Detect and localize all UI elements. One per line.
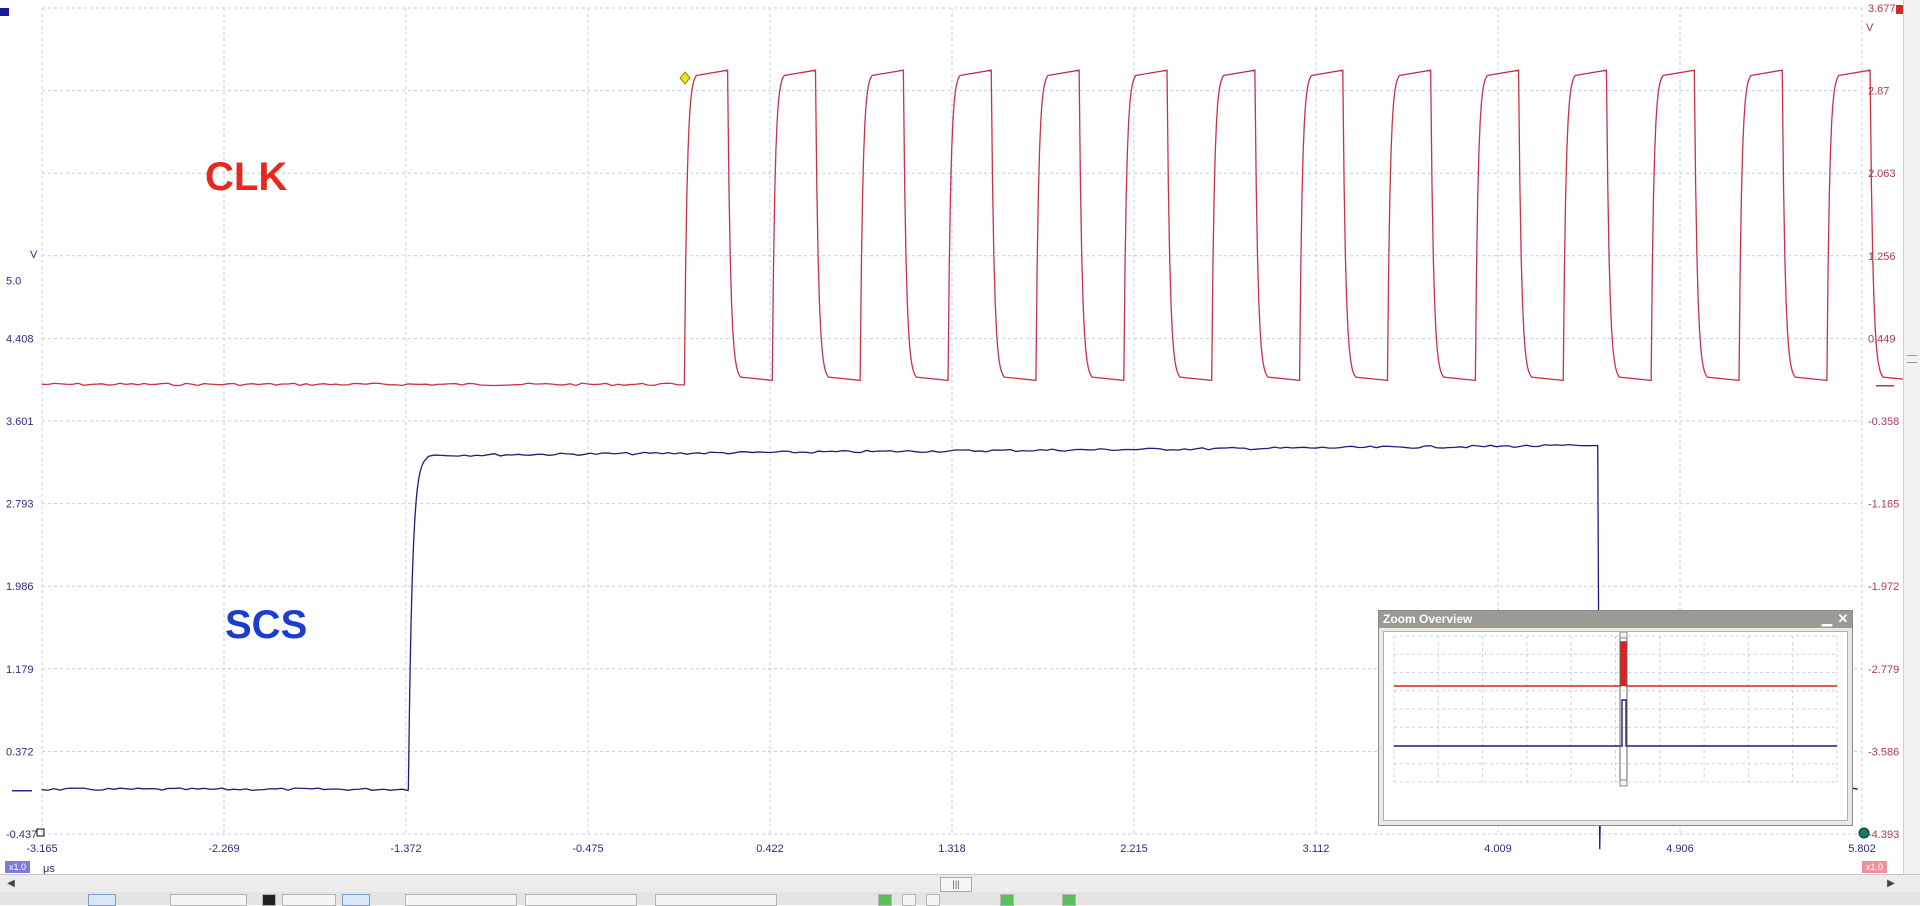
scroll-thumb[interactable]: ||| bbox=[940, 877, 972, 892]
time-axis-tick-label: 3.112 bbox=[1303, 843, 1330, 855]
left-scale-badge[interactable]: x1.0 bbox=[5, 861, 31, 873]
arrow-right-icon[interactable]: ▶ bbox=[1884, 877, 1898, 891]
zoom-clk-burst bbox=[1621, 642, 1626, 686]
time-axis-tick-label: -1.372 bbox=[390, 843, 421, 855]
clk-axis-tick-label: 3.677 bbox=[1868, 3, 1896, 15]
zoom-overview-window[interactable]: Zoom Overview ▁ ✕ bbox=[1378, 610, 1853, 826]
bottom-right-marker-icon[interactable] bbox=[1858, 827, 1870, 839]
scs-axis-tick-label: 1.179 bbox=[6, 664, 34, 676]
toolbar-field[interactable] bbox=[405, 894, 517, 906]
scs-axis-tick-label: 1.986 bbox=[6, 581, 34, 593]
close-icon[interactable]: ✕ bbox=[1836, 612, 1850, 626]
toolbar-button[interactable] bbox=[262, 894, 276, 906]
minimize-icon[interactable]: ▁ bbox=[1820, 612, 1834, 626]
toolbar-indicator[interactable] bbox=[1062, 894, 1076, 906]
toolbar-indicator[interactable] bbox=[902, 894, 916, 906]
toolbar-field[interactable] bbox=[655, 894, 777, 906]
clk-offset-marker-icon[interactable] bbox=[1876, 385, 1894, 387]
scs-axis-tick-label: 5.0 bbox=[6, 276, 21, 288]
clk-axis-tick-label: -1.972 bbox=[1868, 581, 1899, 593]
clk-axis-tick-label: 2.063 bbox=[1868, 168, 1896, 180]
horizontal-scrollbar[interactable]: ◀ ||| ▶ bbox=[0, 874, 1920, 893]
toolbar-field[interactable] bbox=[282, 894, 336, 906]
trigger-marker-icon[interactable] bbox=[679, 71, 691, 85]
bottom-toolbar bbox=[0, 892, 1920, 906]
zoom-grid bbox=[1393, 635, 1838, 783]
scs-axis-tick-label: 2.793 bbox=[6, 499, 34, 511]
scs-axis-tick-label: 4.408 bbox=[6, 333, 34, 345]
time-axis-tick-label: 0.422 bbox=[756, 843, 784, 855]
scs-axis-tick-label: 0.372 bbox=[6, 746, 34, 758]
zoom-overview-plot[interactable] bbox=[1383, 631, 1848, 821]
time-axis-tick-label: 4.906 bbox=[1666, 843, 1694, 855]
vertical-scrollbar[interactable] bbox=[1903, 0, 1920, 874]
clk-axis-tick-label: -1.165 bbox=[1868, 499, 1899, 511]
time-axis-tick-label: -3.165 bbox=[26, 843, 57, 855]
clk-axis-tick-label: -3.586 bbox=[1868, 746, 1899, 758]
time-axis-ticks: -3.165 -2.269 -1.372 -0.475 0.422 1.318 2.215 3… bbox=[26, 843, 1875, 855]
scs-unit: V bbox=[30, 249, 38, 261]
time-axis-tick-label: 1.318 bbox=[938, 843, 966, 855]
time-axis-tick-label: -0.475 bbox=[572, 843, 603, 855]
toolbar-indicator[interactable] bbox=[878, 894, 892, 906]
scs-axis-tick-label: -0.437 bbox=[6, 829, 37, 841]
clk-axis-ticks: 3.6772.872.0631.2560.449-0.358-1.165-1.9… bbox=[1868, 3, 1899, 841]
clk-unit: V bbox=[1866, 22, 1874, 34]
clk-channel-label: CLK bbox=[205, 155, 287, 199]
zoom-overview-title: Zoom Overview bbox=[1383, 612, 1473, 626]
toolbar-indicator[interactable] bbox=[1000, 894, 1014, 906]
toolbar-field[interactable] bbox=[525, 894, 637, 906]
scs-axis-tick-label: 3.601 bbox=[6, 416, 34, 428]
arrow-left-icon[interactable]: ◀ bbox=[4, 877, 18, 891]
vertical-scroll-grip-icon[interactable] bbox=[1907, 355, 1917, 363]
clk-axis-tick-label: -4.393 bbox=[1868, 829, 1899, 841]
time-axis-tick-label: -2.269 bbox=[208, 843, 239, 855]
right-scale-badge[interactable]: x1.0 bbox=[1862, 861, 1888, 873]
zoom-window-top-grip[interactable] bbox=[1619, 631, 1628, 639]
scs-axis-ticks: 5.0 4.408 3.601 2.793 1.986 1.179 0.372 -0.437 bbox=[6, 276, 37, 841]
zoom-overview-titlebar[interactable]: Zoom Overview ▁ ✕ bbox=[1379, 611, 1852, 628]
toolbar-button[interactable] bbox=[88, 894, 116, 906]
zoom-window-bottom-grip[interactable] bbox=[1619, 779, 1628, 787]
clk-axis-tick-label: 2.87 bbox=[1868, 86, 1889, 98]
bottom-left-marker-icon[interactable] bbox=[36, 828, 45, 837]
top-left-marker-icon[interactable] bbox=[0, 8, 9, 16]
clk-axis-tick-label: 0.449 bbox=[1868, 333, 1896, 345]
scs-offset-marker-icon[interactable] bbox=[12, 790, 32, 792]
time-axis-tick-label: 4.009 bbox=[1484, 843, 1512, 855]
time-axis-tick-label: 5.802 bbox=[1848, 843, 1876, 855]
scs-channel-label: SCS bbox=[225, 603, 307, 647]
clk-axis-tick-label: -2.779 bbox=[1868, 664, 1899, 676]
time-axis-tick-label: 2.215 bbox=[1120, 843, 1148, 855]
clk-axis-tick-label: -0.358 bbox=[1868, 416, 1899, 428]
toolbar-indicator[interactable] bbox=[926, 894, 940, 906]
toolbar-field[interactable] bbox=[170, 894, 247, 906]
grip-icon: ||| bbox=[952, 879, 960, 889]
toolbar-button[interactable] bbox=[342, 894, 370, 906]
